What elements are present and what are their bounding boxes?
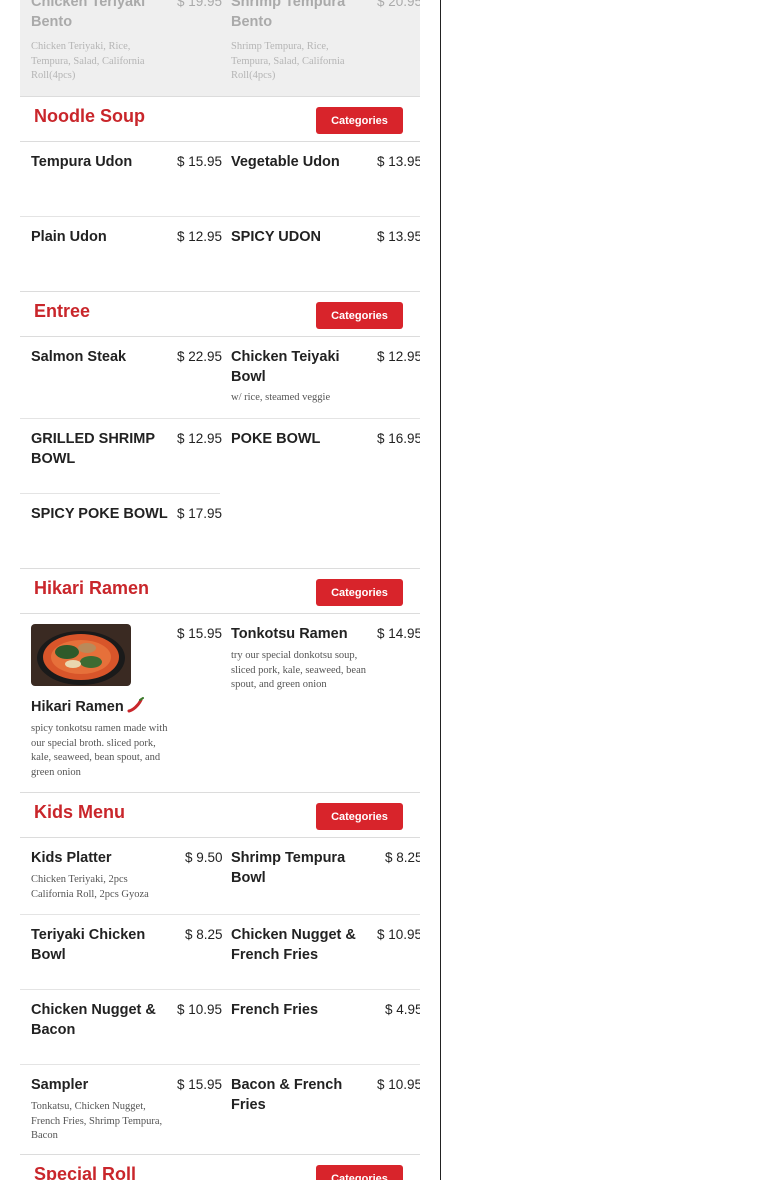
item-name: Sampler (31, 1077, 89, 1093)
item-description: Shrimp Tempura, Rice, Tempura, Salad, Ca… (231, 41, 345, 81)
menu-item[interactable]: Salmon Steak $ 22.95 (20, 337, 223, 419)
menu-item[interactable]: Kids Platter $ 9.50 Chicken Teriyaki, 2p… (20, 838, 223, 915)
item-name: Chicken Teriyaki Bento (31, 0, 146, 30)
categories-button[interactable]: Categories (316, 302, 403, 329)
item-price: $ 10.95 (177, 1002, 223, 1017)
item-price: $ 12.95 (377, 349, 420, 364)
item-name: Bacon & French Fries (231, 1077, 343, 1113)
section-title: Entree (34, 301, 91, 321)
item-name: GRILLED SHRIMP BOWL (31, 431, 155, 467)
item-name: Hikari Ramen (31, 697, 167, 717)
section-title: Kids Menu (34, 802, 126, 822)
item-description: w/ rice, steamed veggie (231, 392, 331, 403)
item-name: Salmon Steak (31, 349, 127, 365)
menu-item[interactable]: Chicken Nugget & French Fries $ 10.95 (220, 915, 420, 990)
categories-button[interactable]: Categories (316, 107, 403, 134)
item-price: $ 15.95 (177, 1077, 223, 1092)
item-name-text: Hikari Ramen (31, 699, 124, 715)
item-price: $ 16.95 (377, 431, 420, 446)
chili-pepper-icon (127, 697, 145, 713)
item-price: $ 10.95 (377, 927, 420, 942)
item-name: Shrimp Tempura Bowl (231, 850, 346, 886)
section-title: Special Roll (34, 1164, 137, 1180)
categories-button[interactable]: Categories (316, 579, 403, 606)
item-name: SPICY POKE BOWL (31, 506, 168, 522)
menu-item[interactable]: Plain Udon $ 12.95 (20, 217, 223, 291)
item-name: Chicken Teiyaki Bowl (231, 349, 340, 385)
item-price: $ 14.95 (377, 626, 420, 641)
menu-item[interactable]: Bacon & French Fries $ 10.95 (220, 1065, 420, 1155)
item-price: $ 13.95 (377, 154, 420, 169)
item-name: Tonkotsu Ramen (231, 626, 348, 642)
item-price: $ 10.95 (377, 1077, 420, 1092)
item-price: $ 12.95 (177, 229, 223, 244)
item-name: Kids Platter (31, 850, 112, 866)
item-name: Chicken Nugget & Bacon (31, 1002, 156, 1038)
bento-row: Chicken Teriyaki Bento $ 19.95 Chicken T… (20, 0, 420, 96)
menu-item[interactable]: Vegetable Udon $ 13.95 (220, 142, 420, 216)
item-name: Teriyaki Chicken Bowl (31, 927, 146, 963)
menu-item[interactable]: GRILLED SHRIMP BOWL $ 12.95 (20, 419, 223, 494)
section-header-special-roll: Special Roll Categories (20, 1154, 420, 1180)
ramen-bowl-image (31, 624, 131, 686)
menu-item[interactable]: Teriyaki Chicken Bowl $ 8.25 (20, 915, 223, 990)
menu-item[interactable]: Hikari Ramen $ 15.95 spicy tonkotsu rame… (20, 614, 223, 792)
menu-item[interactable]: POKE BOWL $ 16.95 (220, 419, 420, 567)
item-description: Tonkatsu, Chicken Nugget, French Fries, … (31, 1101, 163, 1141)
menu-item[interactable]: Chicken Teriyaki Bento $ 19.95 Chicken T… (20, 0, 223, 96)
item-name: French Fries (231, 1002, 319, 1018)
item-description: Chicken Teriyaki, Rice, Tempura, Salad, … (31, 41, 145, 81)
categories-button[interactable]: Categories (316, 803, 403, 830)
menu-item[interactable]: Tempura Udon $ 15.95 (20, 142, 223, 216)
section-title: Hikari Ramen (34, 578, 150, 598)
section-header-hikari-ramen: Hikari Ramen Categories (20, 568, 420, 614)
item-price: $ 13.95 (377, 229, 420, 244)
item-description: spicy tonkotsu ramen made with our speci… (31, 723, 168, 778)
categories-button[interactable]: Categories (316, 1165, 403, 1180)
item-price: $ 22.95 (177, 349, 223, 364)
menu-item[interactable]: Chicken Teiyaki Bowl $ 12.95 w/ rice, st… (220, 337, 420, 419)
item-price: $ 15.95 (177, 154, 223, 169)
item-name: Chicken Nugget & French Fries (231, 927, 356, 963)
menu-item[interactable]: Shrimp Tempura Bowl $ 8.25 (220, 838, 420, 915)
item-price: $ 15.95 (177, 626, 223, 641)
menu-item[interactable]: SPICY POKE BOWL $ 17.95 (20, 494, 223, 567)
menu-item[interactable]: SPICY UDON $ 13.95 (220, 217, 420, 291)
item-name: Vegetable Udon (231, 154, 340, 170)
menu-item[interactable]: Sampler $ 15.95 Tonkatsu, Chicken Nugget… (20, 1065, 223, 1155)
menu-item[interactable]: French Fries $ 4.95 (220, 990, 420, 1065)
section-header-entree: Entree Categories (20, 291, 420, 337)
item-description: Chicken Teriyaki, 2pcs California Roll, … (31, 874, 149, 900)
item-name: Tempura Udon (31, 154, 133, 170)
item-price: $ 19.95 (177, 0, 223, 9)
item-name: Shrimp Tempura Bento (231, 0, 346, 30)
item-price: $ 20.95 (377, 0, 420, 9)
item-name: POKE BOWL (231, 431, 321, 447)
item-price: $ 4.95 (385, 1002, 420, 1017)
menu-item[interactable]: Tonkotsu Ramen $ 14.95 try our special d… (220, 614, 420, 792)
item-price: $ 12.95 (177, 431, 223, 446)
menu-panel: Chicken Teriyaki Bento $ 19.95 Chicken T… (20, 0, 420, 1180)
section-header-noodle-soup: Noodle Soup Categories (20, 96, 420, 142)
item-description: try our special donkotsu soup, sliced po… (231, 650, 366, 690)
section-header-kids-menu: Kids Menu Categories (20, 792, 420, 838)
item-name: Plain Udon (31, 229, 107, 245)
item-name: SPICY UDON (231, 229, 321, 245)
menu-item[interactable]: Chicken Nugget & Bacon $ 10.95 (20, 990, 223, 1065)
panel-divider (440, 0, 441, 1180)
section-title: Noodle Soup (34, 106, 145, 126)
item-price: $ 17.95 (177, 506, 223, 521)
menu-item[interactable]: Shrimp Tempura Bento $ 20.95 Shrimp Temp… (220, 0, 420, 96)
item-price: $ 8.25 (385, 850, 420, 865)
